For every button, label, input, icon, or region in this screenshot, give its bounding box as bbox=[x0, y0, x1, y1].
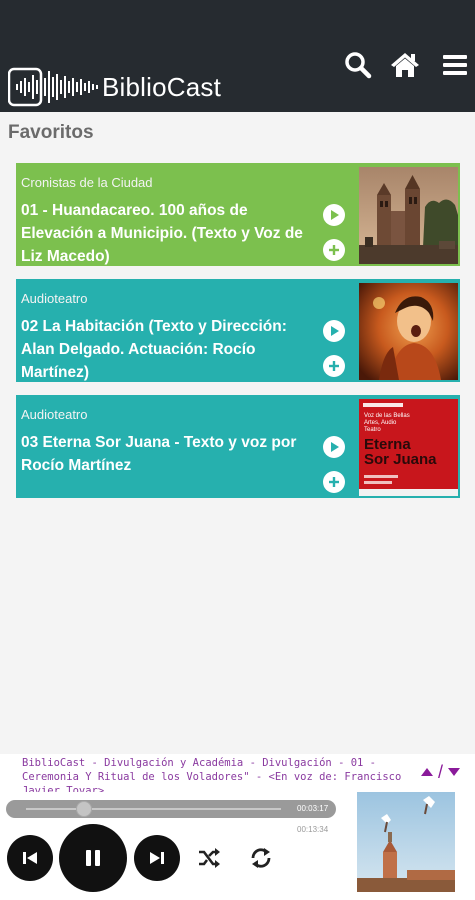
plus-icon bbox=[329, 361, 339, 371]
poster-subtitle-line bbox=[364, 481, 392, 484]
card-category: Audioteatro bbox=[21, 407, 88, 422]
add-button[interactable] bbox=[323, 239, 345, 261]
add-button[interactable] bbox=[323, 355, 345, 377]
episode-thumbnail bbox=[359, 167, 458, 264]
soundwave-logo-icon bbox=[8, 67, 98, 107]
poster-title-line2: Sor Juana bbox=[364, 451, 437, 468]
play-button[interactable] bbox=[323, 204, 345, 226]
now-playing-thumbnail bbox=[357, 792, 455, 892]
play-icon bbox=[331, 326, 339, 336]
shuffle-button[interactable] bbox=[195, 844, 223, 872]
poster-subtitle-line bbox=[364, 475, 398, 478]
search-button[interactable] bbox=[343, 50, 373, 80]
progress-track-line bbox=[26, 808, 281, 810]
voladores-photo bbox=[357, 792, 455, 892]
pause-icon bbox=[86, 850, 100, 866]
pause-button[interactable] bbox=[59, 824, 127, 892]
search-icon bbox=[345, 52, 372, 79]
favorite-card[interactable]: Cronistas de la Ciudad 01 - Huandacareo.… bbox=[16, 163, 460, 266]
church-photo bbox=[359, 167, 458, 264]
card-title: 03 Eterna Sor Juana - Texto y voz por Ro… bbox=[21, 434, 297, 474]
play-button[interactable] bbox=[323, 320, 345, 342]
arrow-down-button[interactable] bbox=[447, 764, 461, 782]
arrow-separator: / bbox=[438, 762, 444, 782]
home-button[interactable] bbox=[390, 50, 420, 80]
marquee-arrows: / bbox=[420, 762, 461, 783]
episode-thumbnail: Voz de las Bellas Artes, Audio Teatro Et… bbox=[359, 399, 458, 496]
card-title: 01 - Huandacareo. 100 años de Elevación … bbox=[21, 202, 303, 265]
favorite-card[interactable]: Audioteatro 02 La Habitación (Texto y Di… bbox=[16, 279, 460, 382]
shuffle-icon bbox=[199, 848, 220, 868]
app-header: BiblioCast bbox=[0, 0, 475, 112]
card-category: Audioteatro bbox=[21, 291, 88, 306]
menu-icon bbox=[443, 55, 467, 75]
play-icon bbox=[331, 442, 339, 452]
play-icon bbox=[331, 210, 339, 220]
page-title: Favoritos bbox=[8, 122, 94, 143]
poster-heading: Voz de las Bellas Artes, Audio Teatro bbox=[364, 413, 410, 433]
app-logo: BiblioCast bbox=[8, 66, 221, 108]
triangle-down-icon bbox=[448, 767, 461, 776]
previous-button[interactable] bbox=[7, 835, 53, 881]
episode-thumbnail bbox=[359, 283, 458, 380]
actress-photo bbox=[359, 283, 458, 380]
current-time: 00:03:17 bbox=[297, 804, 329, 813]
repeat-icon bbox=[251, 848, 271, 868]
next-button[interactable] bbox=[134, 835, 180, 881]
card-category: Cronistas de la Ciudad bbox=[21, 175, 153, 190]
progress-bar[interactable] bbox=[6, 800, 336, 818]
poster-logo-bar bbox=[363, 403, 403, 407]
now-playing-text: BiblioCast - Divulgación y Académia - Di… bbox=[22, 757, 402, 792]
app-name: BiblioCast bbox=[102, 71, 222, 102]
skip-previous-icon bbox=[23, 852, 37, 864]
card-title: 02 La Habitación (Texto y Dirección: Ala… bbox=[21, 318, 287, 381]
add-button[interactable] bbox=[323, 471, 345, 493]
play-button[interactable] bbox=[323, 436, 345, 458]
home-icon bbox=[391, 53, 419, 77]
skip-next-icon bbox=[150, 852, 164, 864]
poster-footer-strip bbox=[359, 489, 458, 496]
plus-icon bbox=[329, 477, 339, 487]
arrow-up-button[interactable] bbox=[420, 764, 434, 782]
favorite-card[interactable]: Audioteatro 03 Eterna Sor Juana - Texto … bbox=[16, 395, 460, 498]
progress-knob[interactable] bbox=[76, 801, 92, 817]
triangle-up-icon bbox=[421, 767, 433, 776]
total-time: 00:13:34 bbox=[297, 825, 329, 834]
menu-button[interactable] bbox=[440, 50, 470, 80]
poster-title-line1: Eterna bbox=[364, 436, 411, 453]
plus-icon bbox=[329, 245, 339, 255]
repeat-button[interactable] bbox=[247, 844, 275, 872]
